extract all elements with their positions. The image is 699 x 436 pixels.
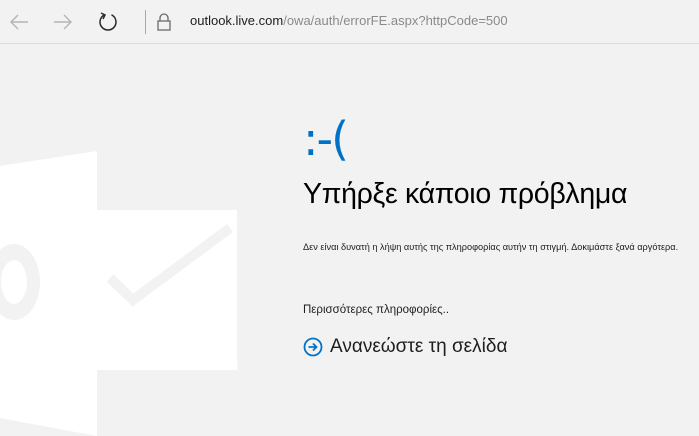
forward-button[interactable]: [49, 8, 77, 36]
toolbar-divider: [145, 10, 146, 34]
url-path: /owa/auth/errorFE.aspx?httpCode=500: [283, 13, 508, 28]
address-bar[interactable]: outlook.live.com/owa/auth/errorFE.aspx?h…: [190, 13, 508, 28]
browser-toolbar: outlook.live.com/owa/auth/errorFE.aspx?h…: [0, 0, 699, 44]
more-info-link[interactable]: Περισσότερες πληροφορίες..: [303, 304, 449, 316]
outlook-logo-icon: TM: [0, 151, 238, 436]
refresh-button[interactable]: [94, 8, 122, 36]
back-arrow-icon: [10, 14, 28, 30]
error-title: Υπήρξε κάποιο πρόβλημα: [303, 178, 628, 210]
error-message: Δεν είναι δυνατή η λήψη αυτής της πληροφ…: [303, 242, 679, 252]
refresh-page-link[interactable]: Ανανεώστε τη σελίδα: [303, 336, 507, 358]
url-domain: outlook.live.com: [190, 13, 284, 28]
refresh-icon: [99, 12, 117, 31]
lock-icon: [157, 13, 171, 31]
svg-text:TM: TM: [228, 365, 238, 372]
refresh-page-label: Ανανεώστε τη σελίδα: [330, 336, 508, 357]
sad-emoticon: :-(: [303, 112, 349, 166]
circle-arrow-right-icon: [303, 337, 323, 357]
forward-arrow-icon: [54, 14, 72, 30]
back-button[interactable]: [5, 8, 33, 36]
